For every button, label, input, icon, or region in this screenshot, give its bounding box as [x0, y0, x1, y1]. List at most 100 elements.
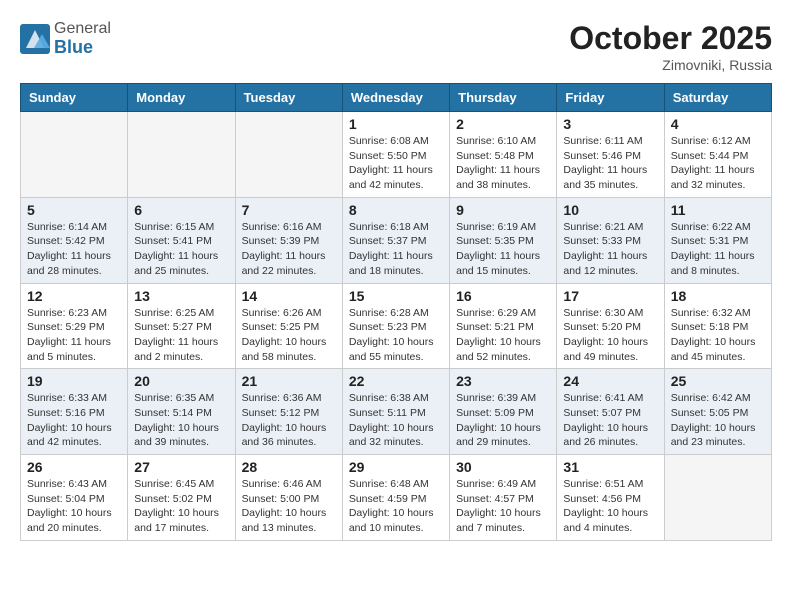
day-number: 23: [456, 373, 550, 389]
calendar-cell: 9 Sunrise: 6:19 AM Sunset: 5:35 PM Daylig…: [450, 197, 557, 283]
logo-line2: Blue: [54, 38, 111, 58]
day-info: Sunrise: 6:21 AM Sunset: 5:33 PM Dayligh…: [563, 220, 657, 279]
day-number: 5: [27, 202, 121, 218]
calendar-cell: 21 Sunrise: 6:36 AM Sunset: 5:12 PM Dayli…: [235, 369, 342, 455]
day-info: Sunrise: 6:10 AM Sunset: 5:48 PM Dayligh…: [456, 134, 550, 193]
calendar-week-5: 26 Sunrise: 6:43 AM Sunset: 5:04 PM Dayli…: [21, 455, 772, 541]
weekday-header-thursday: Thursday: [450, 84, 557, 112]
day-info: Sunrise: 6:39 AM Sunset: 5:09 PM Dayligh…: [456, 391, 550, 450]
weekday-header-monday: Monday: [128, 84, 235, 112]
day-info: Sunrise: 6:19 AM Sunset: 5:35 PM Dayligh…: [456, 220, 550, 279]
day-info: Sunrise: 6:12 AM Sunset: 5:44 PM Dayligh…: [671, 134, 765, 193]
calendar-cell: 24 Sunrise: 6:41 AM Sunset: 5:07 PM Dayli…: [557, 369, 664, 455]
day-number: 8: [349, 202, 443, 218]
calendar-cell: 5 Sunrise: 6:14 AM Sunset: 5:42 PM Daylig…: [21, 197, 128, 283]
day-number: 4: [671, 116, 765, 132]
day-info: Sunrise: 6:29 AM Sunset: 5:21 PM Dayligh…: [456, 306, 550, 365]
day-info: Sunrise: 6:48 AM Sunset: 4:59 PM Dayligh…: [349, 477, 443, 536]
calendar-cell: 12 Sunrise: 6:23 AM Sunset: 5:29 PM Dayli…: [21, 283, 128, 369]
day-number: 28: [242, 459, 336, 475]
calendar-cell: [21, 112, 128, 198]
calendar-week-4: 19Sunrise: 6:33 AM Sunset: 5:16 PM Dayli…: [21, 369, 772, 455]
day-info: Sunrise: 6:14 AM Sunset: 5:42 PM Dayligh…: [27, 220, 121, 279]
page-header: General Blue October 2025 Zimovniki, Rus…: [20, 20, 772, 73]
day-number: 7: [242, 202, 336, 218]
weekday-header-saturday: Saturday: [664, 84, 771, 112]
day-number: 26: [27, 459, 121, 475]
calendar-cell: 3Sunrise: 6:11 AM Sunset: 5:46 PM Daylig…: [557, 112, 664, 198]
calendar-cell: 27 Sunrise: 6:45 AM Sunset: 5:02 PM Dayli…: [128, 455, 235, 541]
calendar-cell: 17 Sunrise: 6:30 AM Sunset: 5:20 PM Dayli…: [557, 283, 664, 369]
day-number: 15: [349, 288, 443, 304]
day-number: 29: [349, 459, 443, 475]
day-info: Sunrise: 6:25 AM Sunset: 5:27 PM Dayligh…: [134, 306, 228, 365]
day-number: 13: [134, 288, 228, 304]
calendar-cell: 22 Sunrise: 6:38 AM Sunset: 5:11 PM Dayli…: [342, 369, 449, 455]
calendar-cell: 13 Sunrise: 6:25 AM Sunset: 5:27 PM Dayli…: [128, 283, 235, 369]
day-info: Sunrise: 6:36 AM Sunset: 5:12 PM Dayligh…: [242, 391, 336, 450]
day-info: Sunrise: 6:23 AM Sunset: 5:29 PM Dayligh…: [27, 306, 121, 365]
day-info: Sunrise: 6:18 AM Sunset: 5:37 PM Dayligh…: [349, 220, 443, 279]
day-info: Sunrise: 6:41 AM Sunset: 5:07 PM Dayligh…: [563, 391, 657, 450]
calendar-cell: 19Sunrise: 6:33 AM Sunset: 5:16 PM Dayli…: [21, 369, 128, 455]
day-number: 6: [134, 202, 228, 218]
day-number: 22: [349, 373, 443, 389]
day-number: 2: [456, 116, 550, 132]
logo-line1: General: [54, 20, 111, 38]
day-number: 24: [563, 373, 657, 389]
calendar-cell: 6Sunrise: 6:15 AM Sunset: 5:41 PM Daylig…: [128, 197, 235, 283]
calendar-week-3: 12 Sunrise: 6:23 AM Sunset: 5:29 PM Dayli…: [21, 283, 772, 369]
day-number: 18: [671, 288, 765, 304]
calendar-cell: 14 Sunrise: 6:26 AM Sunset: 5:25 PM Dayli…: [235, 283, 342, 369]
day-info: Sunrise: 6:45 AM Sunset: 5:02 PM Dayligh…: [134, 477, 228, 536]
logo-text: General Blue: [54, 20, 111, 57]
calendar-cell: 18 Sunrise: 6:32 AM Sunset: 5:18 PM Dayli…: [664, 283, 771, 369]
day-info: Sunrise: 6:30 AM Sunset: 5:20 PM Dayligh…: [563, 306, 657, 365]
logo: General Blue: [20, 20, 111, 57]
calendar-cell: 2 Sunrise: 6:10 AM Sunset: 5:48 PM Daylig…: [450, 112, 557, 198]
day-number: 12: [27, 288, 121, 304]
day-number: 27: [134, 459, 228, 475]
title-area: October 2025 Zimovniki, Russia: [569, 20, 772, 73]
calendar-cell: 16 Sunrise: 6:29 AM Sunset: 5:21 PM Dayli…: [450, 283, 557, 369]
day-info: Sunrise: 6:51 AM Sunset: 4:56 PM Dayligh…: [563, 477, 657, 536]
calendar-cell: 8 Sunrise: 6:18 AM Sunset: 5:37 PM Daylig…: [342, 197, 449, 283]
day-number: 16: [456, 288, 550, 304]
day-number: 21: [242, 373, 336, 389]
day-number: 1: [349, 116, 443, 132]
calendar-cell: 15 Sunrise: 6:28 AM Sunset: 5:23 PM Dayli…: [342, 283, 449, 369]
logo-icon: [20, 24, 50, 54]
day-info: Sunrise: 6:26 AM Sunset: 5:25 PM Dayligh…: [242, 306, 336, 365]
day-info: Sunrise: 6:49 AM Sunset: 4:57 PM Dayligh…: [456, 477, 550, 536]
calendar-cell: 7 Sunrise: 6:16 AM Sunset: 5:39 PM Daylig…: [235, 197, 342, 283]
day-number: 19: [27, 373, 121, 389]
day-number: 10: [563, 202, 657, 218]
day-number: 20: [134, 373, 228, 389]
day-number: 3: [563, 116, 657, 132]
weekday-header-sunday: Sunday: [21, 84, 128, 112]
month-title: October 2025: [569, 20, 772, 57]
calendar-cell: 10 Sunrise: 6:21 AM Sunset: 5:33 PM Dayli…: [557, 197, 664, 283]
calendar-cell: [664, 455, 771, 541]
day-info: Sunrise: 6:28 AM Sunset: 5:23 PM Dayligh…: [349, 306, 443, 365]
day-number: 9: [456, 202, 550, 218]
calendar-week-1: 1Sunrise: 6:08 AM Sunset: 5:50 PM Daylig…: [21, 112, 772, 198]
calendar-cell: 20 Sunrise: 6:35 AM Sunset: 5:14 PM Dayli…: [128, 369, 235, 455]
calendar-week-2: 5 Sunrise: 6:14 AM Sunset: 5:42 PM Daylig…: [21, 197, 772, 283]
calendar-cell: 30Sunrise: 6:49 AM Sunset: 4:57 PM Dayli…: [450, 455, 557, 541]
day-info: Sunrise: 6:32 AM Sunset: 5:18 PM Dayligh…: [671, 306, 765, 365]
day-info: Sunrise: 6:22 AM Sunset: 5:31 PM Dayligh…: [671, 220, 765, 279]
day-info: Sunrise: 6:35 AM Sunset: 5:14 PM Dayligh…: [134, 391, 228, 450]
weekday-header-wednesday: Wednesday: [342, 84, 449, 112]
weekday-header-tuesday: Tuesday: [235, 84, 342, 112]
location-subtitle: Zimovniki, Russia: [569, 57, 772, 73]
day-info: Sunrise: 6:16 AM Sunset: 5:39 PM Dayligh…: [242, 220, 336, 279]
day-info: Sunrise: 6:43 AM Sunset: 5:04 PM Dayligh…: [27, 477, 121, 536]
calendar-cell: 25Sunrise: 6:42 AM Sunset: 5:05 PM Dayli…: [664, 369, 771, 455]
calendar-cell: 26 Sunrise: 6:43 AM Sunset: 5:04 PM Dayli…: [21, 455, 128, 541]
day-number: 14: [242, 288, 336, 304]
day-number: 31: [563, 459, 657, 475]
day-number: 17: [563, 288, 657, 304]
day-info: Sunrise: 6:38 AM Sunset: 5:11 PM Dayligh…: [349, 391, 443, 450]
calendar-cell: 23 Sunrise: 6:39 AM Sunset: 5:09 PM Dayli…: [450, 369, 557, 455]
